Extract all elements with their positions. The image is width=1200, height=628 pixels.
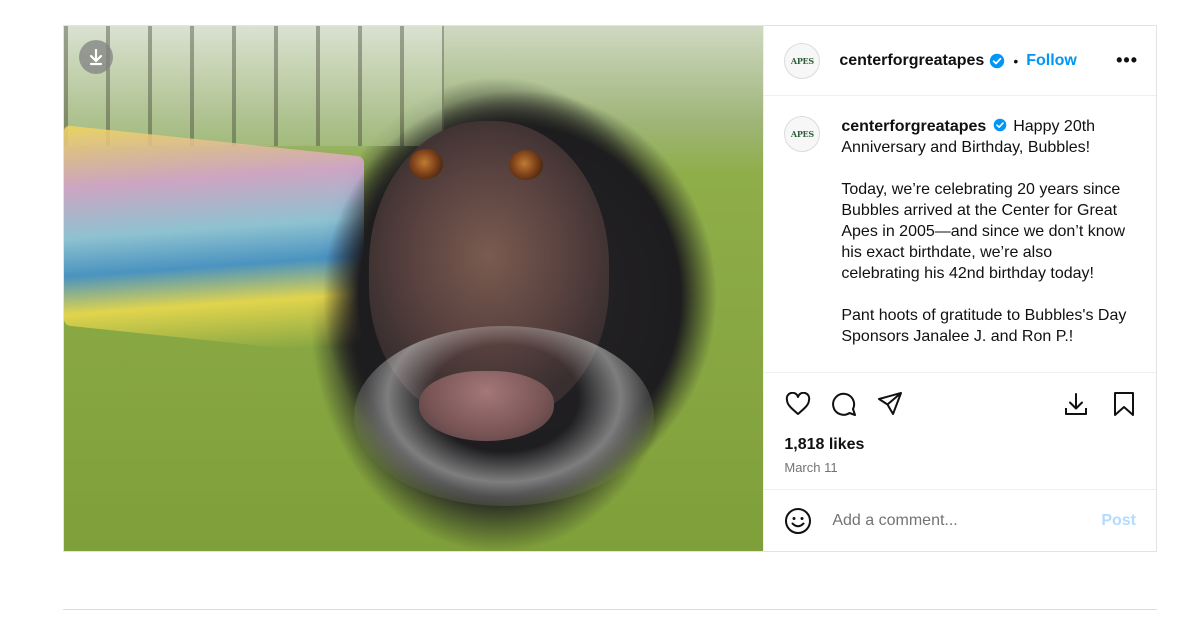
caption-avatar[interactable]: APES	[784, 116, 821, 152]
post-sidebar: APES centerforgreatapes • Follow ••• APE…	[763, 26, 1156, 551]
divider	[63, 609, 1157, 610]
avatar-logo-text: APES	[790, 129, 814, 139]
download-icon[interactable]	[1062, 390, 1090, 418]
emoji-icon[interactable]	[784, 507, 812, 535]
post-date[interactable]: March 11	[764, 454, 1156, 489]
likes-count[interactable]: 1,818 likes	[764, 434, 1156, 454]
verified-badge-icon	[993, 118, 1007, 132]
comment-icon[interactable]	[830, 390, 858, 418]
verified-badge-icon	[990, 53, 1005, 68]
bookmark-icon[interactable]	[1110, 390, 1138, 418]
chimpanzee-eye-right	[509, 150, 543, 180]
post-header: APES centerforgreatapes • Follow •••	[764, 26, 1156, 96]
caption-username[interactable]: centerforgreatapes	[841, 118, 986, 135]
caption-paragraph: Today, we’re celebrating 20 years since …	[841, 181, 1126, 282]
avatar[interactable]: APES	[784, 42, 821, 79]
caption-text: centerforgreatapes Happy 20th Anniversar…	[841, 116, 1131, 372]
avatar-logo-text: APES	[790, 55, 814, 66]
caption-section: APES centerforgreatapes Happy 20th Anniv…	[764, 96, 1156, 372]
chimpanzee-mouth	[419, 371, 554, 441]
action-bar	[764, 372, 1156, 434]
separator-dot: •	[1013, 52, 1019, 69]
follow-button[interactable]: Follow	[1026, 52, 1077, 70]
comment-bar: Post	[764, 489, 1156, 551]
more-options-icon[interactable]: •••	[1116, 50, 1138, 71]
post-comment-button[interactable]: Post	[1101, 512, 1136, 530]
chimpanzee-eye-left	[409, 149, 443, 179]
post-image[interactable]	[64, 26, 764, 551]
heart-icon[interactable]	[784, 390, 812, 418]
comment-input[interactable]	[830, 510, 1102, 531]
share-icon[interactable]	[876, 390, 904, 418]
instagram-post: APES centerforgreatapes • Follow ••• APE…	[63, 25, 1157, 552]
username[interactable]: centerforgreatapes	[839, 52, 984, 70]
download-arrow-icon[interactable]	[79, 40, 113, 74]
caption-paragraph: Pant hoots of gratitude to Bubbles's Day…	[841, 307, 1127, 345]
